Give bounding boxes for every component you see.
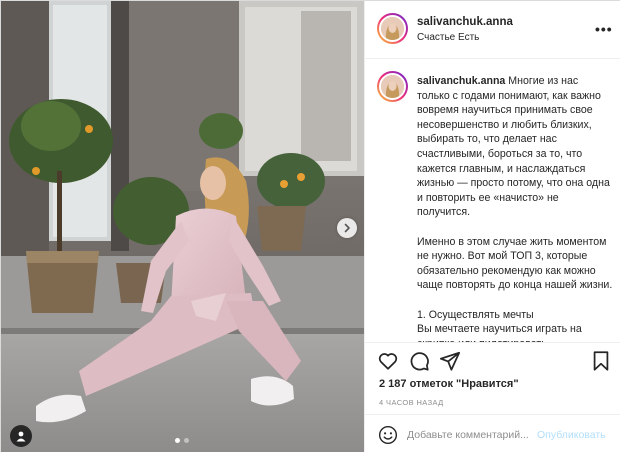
post-photo[interactable]	[1, 1, 364, 452]
post-header: salivanchuk.anna Счастье Есть •••	[365, 1, 620, 59]
share-icon[interactable]	[439, 350, 461, 372]
location-link[interactable]: Счастье Есть	[417, 32, 479, 43]
post-timestamp[interactable]: 4 ЧАСОВ НАЗАД	[379, 398, 444, 407]
avatar-image	[381, 75, 404, 98]
likes-count[interactable]: 2 187 отметок "Нравится"	[379, 378, 519, 390]
caption-list-item: 1. Осуществлять мечты	[417, 308, 534, 321]
comment-bar: Опубликовать	[365, 414, 620, 452]
caption-paragraph-2: Именно в этом случае жить моментом не ну…	[417, 235, 613, 292]
chevron-right-icon	[344, 223, 350, 233]
caption-text: salivanchuk.anna Многие из нас только с …	[417, 74, 613, 342]
comment-icon[interactable]	[408, 350, 430, 372]
caption-paragraph-1: Многие из нас только с годами понимают, …	[417, 75, 610, 219]
post-window: salivanchuk.anna Счастье Есть ••• saliva…	[0, 0, 620, 452]
post-side-panel: salivanchuk.anna Счастье Есть ••• saliva…	[364, 1, 620, 452]
carousel-indicator	[175, 438, 189, 443]
avatar-image	[381, 17, 404, 40]
bookmark-icon[interactable]	[590, 350, 612, 372]
next-photo-button[interactable]	[337, 218, 357, 238]
heart-icon[interactable]	[377, 350, 399, 372]
user-tag-icon	[16, 431, 26, 442]
carousel-dot-active	[175, 438, 180, 443]
more-options-icon[interactable]: •••	[595, 21, 613, 37]
carousel-dot	[184, 438, 189, 443]
caption-paragraph: salivanchuk.anna Многие из нас только с …	[417, 74, 613, 220]
user-tag-button[interactable]	[10, 425, 32, 447]
caption-paragraph-3: 1. Осуществлять мечты Вы мечтаете научить…	[417, 308, 613, 343]
comment-input[interactable]	[407, 426, 535, 444]
caption-username-link[interactable]: salivanchuk.anna	[417, 75, 505, 87]
caption-list-text: Вы мечтаете научиться играть на скрипке …	[417, 323, 582, 342]
avatar[interactable]	[377, 71, 408, 102]
publish-button[interactable]: Опубликовать	[537, 429, 606, 441]
photo-illustration	[1, 1, 364, 452]
caption-section: salivanchuk.anna Многие из нас только с …	[365, 60, 620, 342]
username-link[interactable]: salivanchuk.anna	[417, 16, 513, 28]
avatar[interactable]	[377, 13, 408, 44]
emoji-icon[interactable]	[378, 425, 398, 445]
